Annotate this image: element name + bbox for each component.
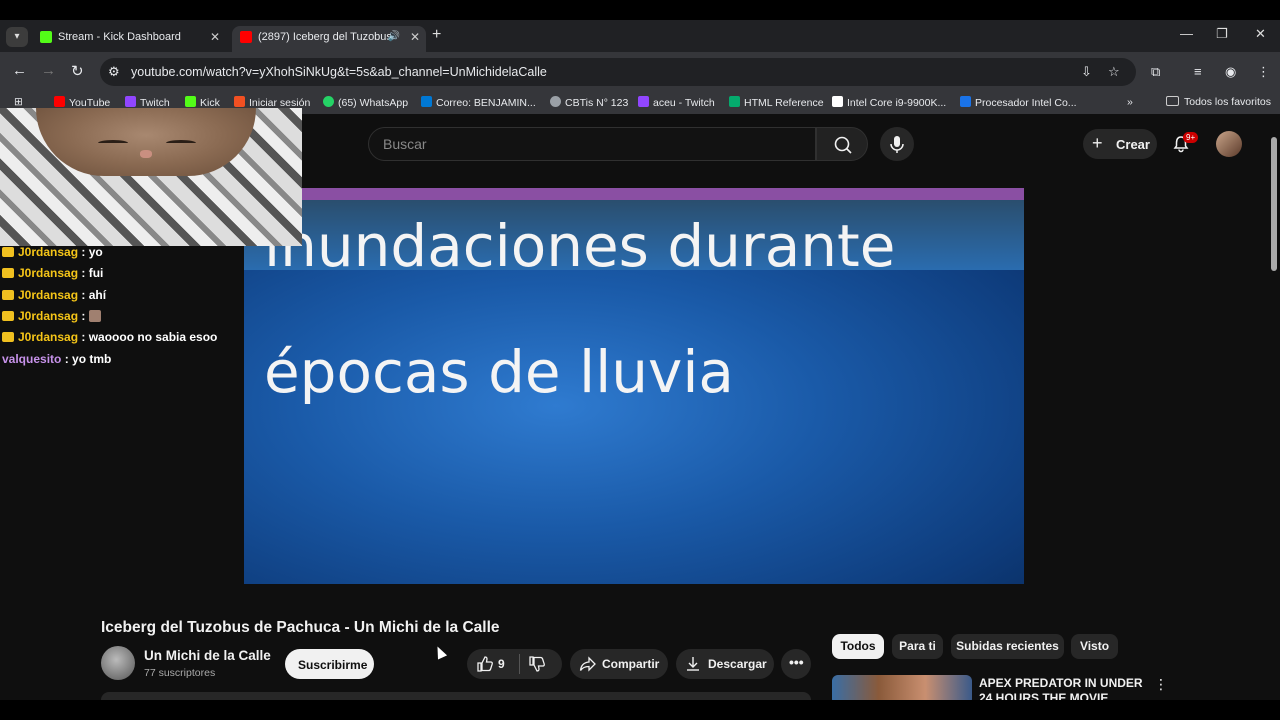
- video-caption-line-1: inundaciones durante: [264, 212, 896, 280]
- video-player[interactable]: inundaciones durante épocas de lluvia: [244, 188, 1024, 584]
- new-tab-button[interactable]: +: [432, 26, 441, 44]
- media-control-icon[interactable]: ≡: [1194, 64, 1202, 79]
- video-top-band: [244, 188, 1024, 200]
- kick-icon: [185, 96, 196, 107]
- voice-search-button[interactable]: [880, 127, 914, 161]
- youtube-icon: [54, 96, 65, 107]
- scrollbar-thumb[interactable]: [1271, 137, 1277, 271]
- search-icon: [834, 136, 852, 154]
- site-info-icon[interactable]: ⚙: [108, 64, 120, 80]
- bookmark-html-reference[interactable]: HTML Reference: [729, 96, 824, 109]
- chat-message: J0rdansag : waoooo no sabia esoo: [2, 330, 217, 344]
- like-dislike-group[interactable]: 9: [467, 649, 562, 679]
- subscribe-button[interactable]: Suscribirme: [285, 649, 374, 679]
- microphone-icon: [890, 136, 904, 153]
- bookmark-aceu-twitch[interactable]: aceu - Twitch: [638, 96, 715, 109]
- restore-icon[interactable]: ❐: [1216, 26, 1228, 42]
- crown-badge-icon: [2, 332, 14, 342]
- cat-image: [36, 108, 256, 176]
- close-icon[interactable]: ✕: [210, 26, 220, 48]
- create-button[interactable]: + Crear: [1083, 129, 1157, 159]
- tab-kick-dashboard[interactable]: Stream - Kick Dashboard ✕: [32, 26, 226, 52]
- forward-icon[interactable]: →: [41, 62, 56, 79]
- download-button[interactable]: Descargar: [676, 649, 774, 679]
- reload-icon[interactable]: ↻: [71, 62, 84, 80]
- chat-message: J0rdansag :: [2, 309, 101, 323]
- video-title: Iceberg del Tuzobus de Pachuca - Un Mich…: [101, 619, 500, 636]
- chat-message: J0rdansag : yo: [2, 245, 103, 259]
- extensions-icon[interactable]: ⧉: [1151, 64, 1160, 80]
- chip-para-ti[interactable]: Para ti: [892, 634, 943, 659]
- chip-subidas-recientes[interactable]: Subidas recientes: [951, 634, 1064, 659]
- crown-badge-icon: [2, 290, 14, 300]
- chip-visto[interactable]: Visto: [1071, 634, 1118, 659]
- twitch-icon: [125, 96, 136, 107]
- download-icon: [685, 655, 701, 676]
- thumbs-up-icon[interactable]: [476, 655, 494, 676]
- crown-badge-icon: [2, 247, 14, 257]
- crown-badge-icon: [2, 268, 14, 278]
- whatsapp-icon: [323, 96, 334, 107]
- crown-badge-icon: [2, 311, 14, 321]
- bookmark-cbtis[interactable]: CBTis N° 123: [550, 96, 628, 109]
- channel-avatar[interactable]: [101, 646, 135, 680]
- bookmark-whatsapp[interactable]: (65) WhatsApp: [323, 96, 408, 109]
- minimize-icon[interactable]: —: [1180, 26, 1193, 41]
- more-horizontal-icon: •••: [789, 654, 804, 670]
- tab-title: Stream - Kick Dashboard: [58, 31, 181, 43]
- chip-todos[interactable]: Todos: [832, 634, 884, 659]
- bookmark-star-icon[interactable]: ☆: [1108, 64, 1120, 80]
- folder-icon: [1166, 96, 1179, 106]
- window-close-icon[interactable]: ✕: [1255, 26, 1266, 42]
- w3schools-icon: [729, 96, 740, 107]
- youtube-favicon-icon: [240, 31, 252, 43]
- globe-icon: [550, 96, 561, 107]
- thumbs-down-icon[interactable]: [528, 655, 546, 676]
- page-icon: [960, 96, 971, 107]
- bookmark-intel-core[interactable]: Intel Core i9-9900K...: [832, 96, 946, 109]
- outlook-icon: [421, 96, 432, 107]
- menu-dots-icon[interactable]: ⋮: [1257, 64, 1270, 80]
- bookmark-procesador-intel[interactable]: Procesador Intel Co...: [960, 96, 1077, 109]
- search-button[interactable]: [816, 127, 868, 161]
- speaker-icon[interactable]: 🔊: [388, 26, 400, 48]
- video-caption-line-2: épocas de lluvia: [264, 338, 734, 406]
- tab-title: (2897) Iceberg del Tuzobus: [258, 31, 392, 43]
- tab-search-button[interactable]: ▾: [6, 27, 28, 47]
- chat-message: J0rdansag : fui: [2, 266, 103, 280]
- more-vertical-icon[interactable]: ⋮: [1154, 676, 1168, 693]
- channel-name[interactable]: Un Michi de la Calle: [144, 648, 271, 663]
- install-app-icon[interactable]: ⇩: [1081, 64, 1092, 80]
- all-bookmarks-folder[interactable]: Todos los favoritos: [1166, 96, 1271, 108]
- notification-badge: 9+: [1183, 132, 1199, 143]
- webcam-overlay-cat: [0, 108, 302, 246]
- close-icon[interactable]: ✕: [410, 26, 420, 48]
- bookmark-outlook[interactable]: Correo: BENJAMIN...: [421, 96, 536, 109]
- account-avatar[interactable]: [1216, 131, 1242, 157]
- search-input[interactable]: [368, 127, 816, 161]
- more-actions-button[interactable]: •••: [781, 649, 811, 679]
- screen-bottom-edge: [0, 700, 1280, 720]
- chat-message: valquesito : yo tmb: [2, 352, 112, 366]
- plus-icon: +: [1092, 133, 1103, 153]
- apps-grid-icon[interactable]: ⊞: [14, 96, 23, 108]
- microsoft-icon: [234, 96, 245, 107]
- kick-favicon-icon: [40, 31, 52, 43]
- emote-icon: [88, 310, 101, 322]
- url-text[interactable]: youtube.com/watch?v=yXhohSiNkUg&t=5s&ab_…: [131, 65, 547, 79]
- share-icon: [579, 655, 597, 676]
- share-button[interactable]: Compartir: [570, 649, 668, 679]
- screen-top-edge: [0, 0, 1280, 20]
- chat-message: J0rdansag : ahí: [2, 288, 106, 302]
- tab-youtube-video[interactable]: (2897) Iceberg del Tuzobus 🔊 ✕: [232, 26, 426, 52]
- profile-icon[interactable]: ◉: [1225, 64, 1236, 80]
- back-icon[interactable]: ←: [12, 62, 27, 79]
- like-count: 9: [498, 657, 505, 671]
- search-placeholder: Buscar: [383, 136, 427, 152]
- page-icon: [832, 96, 843, 107]
- subscriber-count: 77 suscriptores: [144, 667, 216, 679]
- twitch-icon: [638, 96, 649, 107]
- mouse-cursor: [432, 644, 448, 660]
- more-bookmarks-icon[interactable]: »: [1127, 96, 1133, 108]
